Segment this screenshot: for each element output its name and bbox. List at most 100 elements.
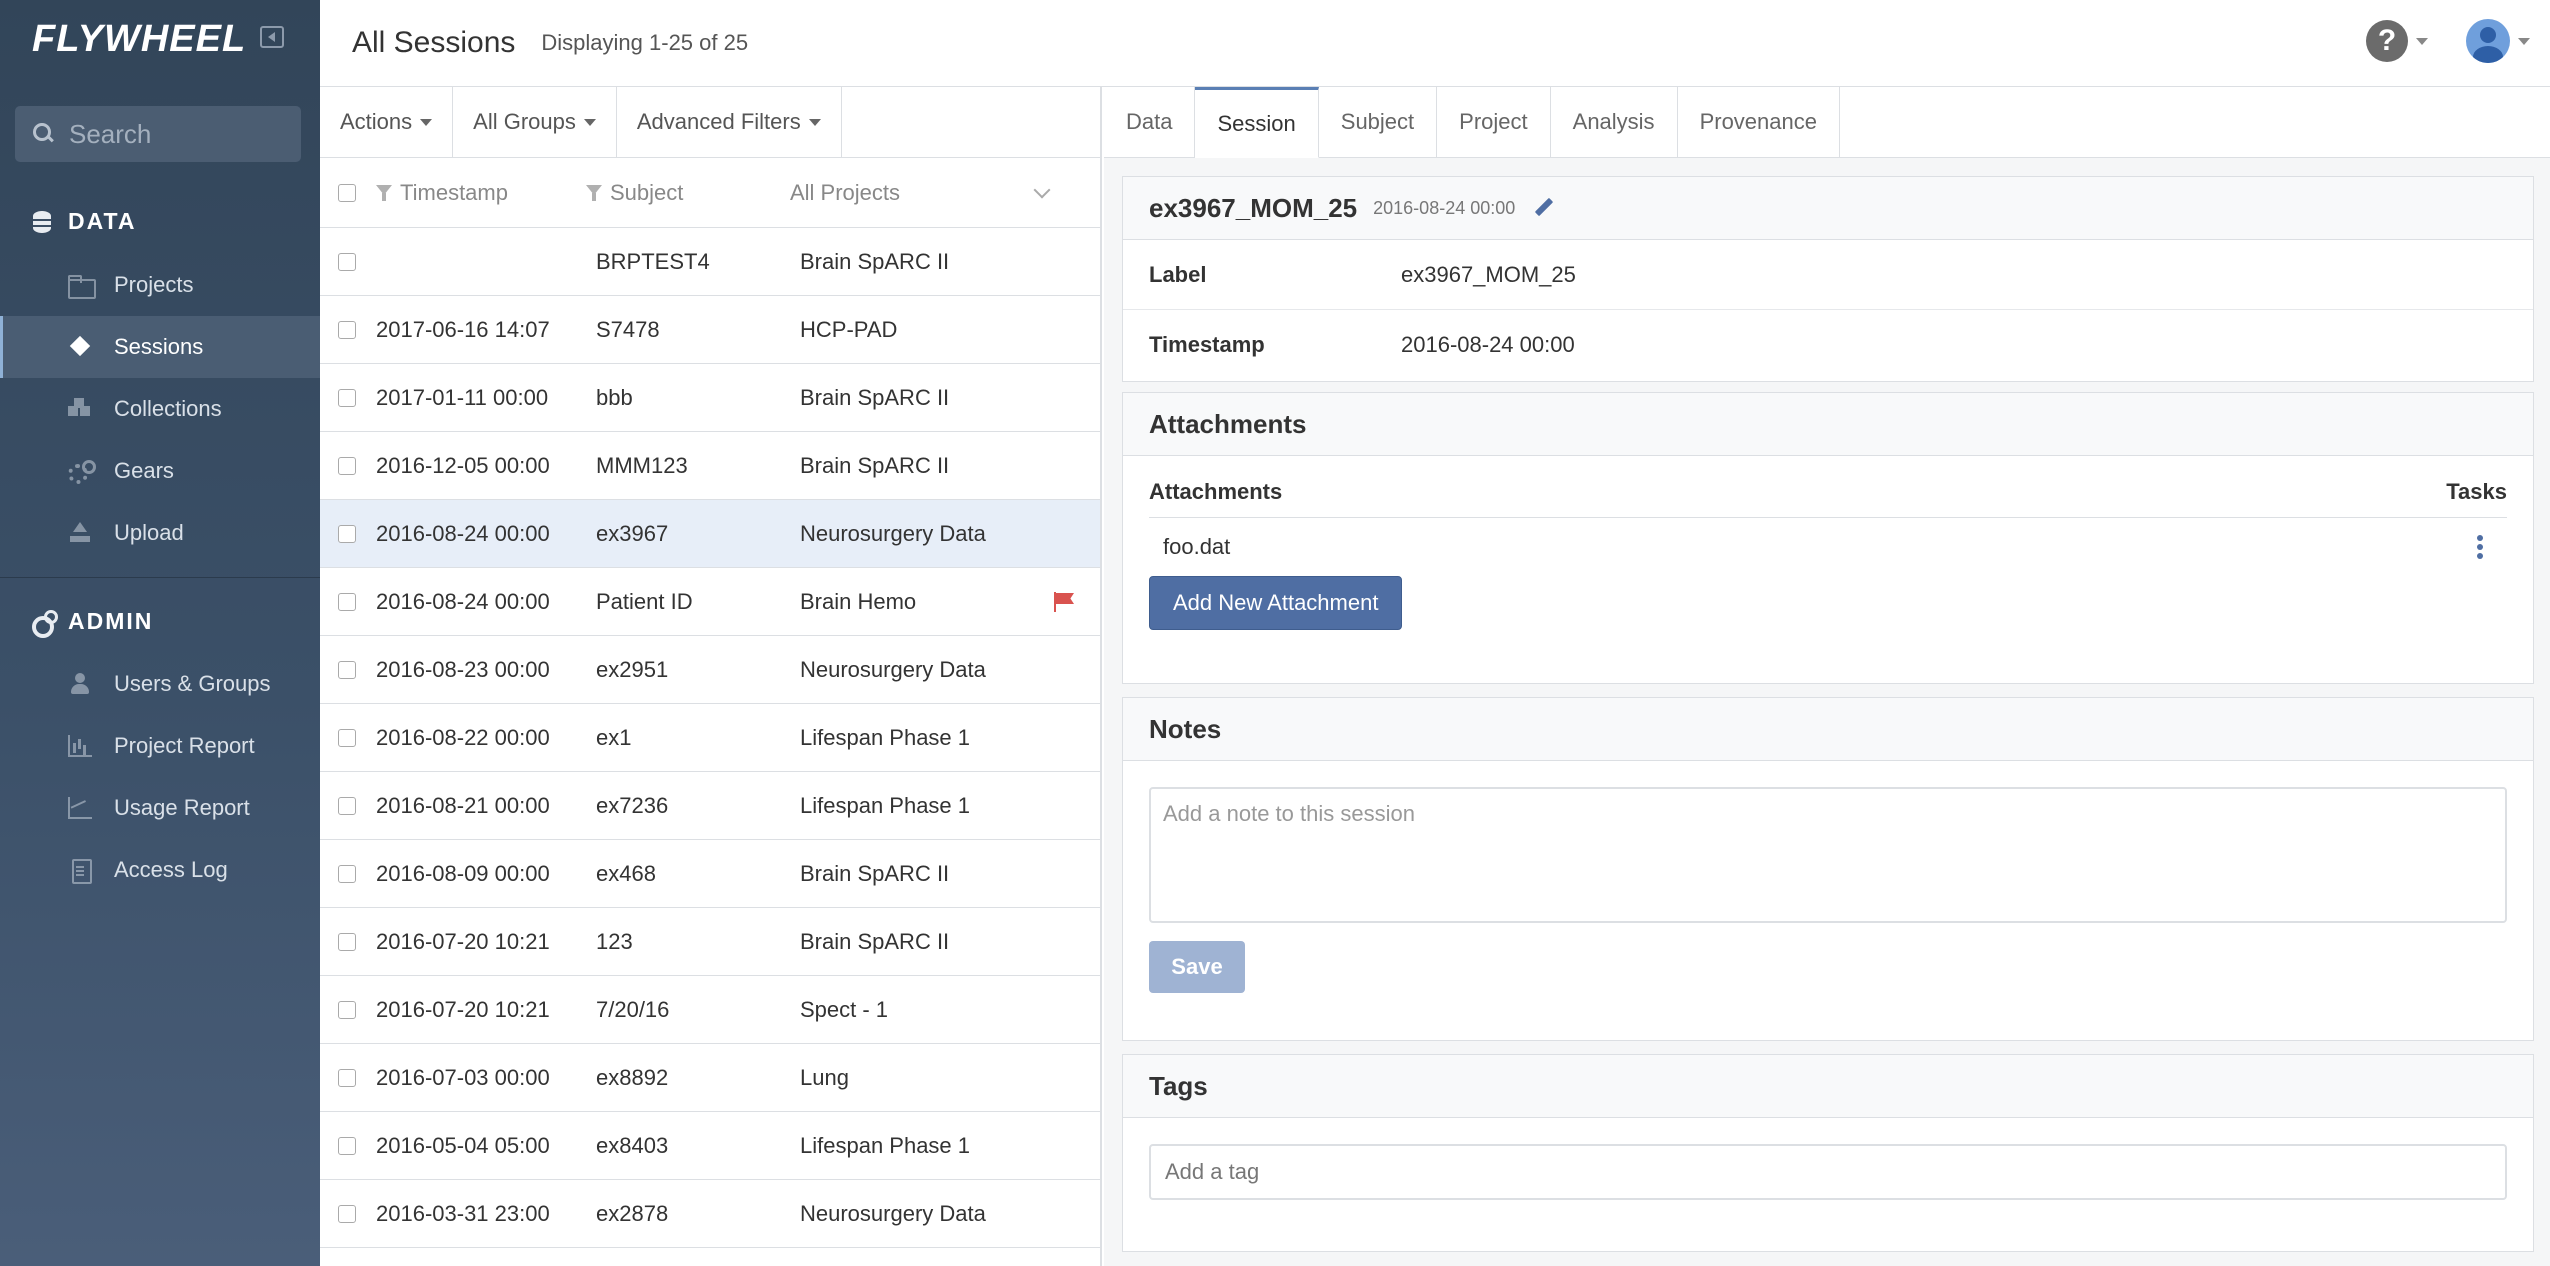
notes-textarea[interactable]: Add a note to this session xyxy=(1149,787,2507,923)
advanced-filters-dropdown[interactable]: Advanced Filters xyxy=(617,87,842,157)
cell-subject: BRPTEST4 xyxy=(596,248,710,274)
cell-project: Lifespan Phase 1 xyxy=(800,1132,971,1158)
avatar-caret-icon[interactable] xyxy=(2518,38,2530,45)
more-options-icon[interactable] xyxy=(2477,535,2483,559)
attachments-title: Attachments xyxy=(1123,393,2533,456)
help-caret-icon[interactable] xyxy=(2416,38,2428,45)
table-row[interactable]: 2016-08-22 00:00 ex1 Lifespan Phase 1 xyxy=(320,704,1100,772)
flag-icon[interactable] xyxy=(1054,592,1076,612)
table-row[interactable]: 2016-08-21 00:00 ex7236 Lifespan Phase 1 xyxy=(320,772,1100,840)
table-row[interactable]: 2016-05-04 05:00 ex8403 Lifespan Phase 1 xyxy=(320,1112,1100,1180)
notes-title: Notes xyxy=(1123,698,2533,761)
filter-icon[interactable] xyxy=(376,184,392,201)
tab-data[interactable]: Data xyxy=(1104,87,1196,157)
table-row-selected[interactable]: 2016-08-24 00:00 ex3967 Neurosurgery Dat… xyxy=(320,500,1100,568)
sidebar-item-sessions[interactable]: Sessions xyxy=(0,316,320,378)
column-label: Timestamp xyxy=(400,179,508,205)
sidebar-item-usage-report[interactable]: Usage Report xyxy=(0,777,320,839)
timestamp-row: Timestamp 2016-08-24 00:00 xyxy=(1123,310,2533,380)
bar-chart-icon xyxy=(68,735,94,757)
select-all-checkbox[interactable] xyxy=(338,183,356,202)
tab-project[interactable]: Project xyxy=(1437,87,1551,157)
column-label: All Projects xyxy=(790,179,901,205)
filter-icon[interactable] xyxy=(586,184,602,201)
row-checkbox[interactable] xyxy=(338,1136,356,1155)
cell-timestamp: 2016-07-20 10:21 xyxy=(376,928,550,954)
avatar[interactable] xyxy=(2466,19,2510,63)
row-checkbox[interactable] xyxy=(338,592,356,611)
nav-heading-label: ADMIN xyxy=(68,608,154,634)
groups-dropdown[interactable]: All Groups xyxy=(453,87,617,157)
attachment-row[interactable]: foo.dat xyxy=(1149,518,2507,576)
cell-subject: 123 xyxy=(596,928,633,954)
page-title: All Sessions xyxy=(352,26,516,59)
row-checkbox[interactable] xyxy=(338,728,356,747)
database-icon xyxy=(30,210,54,234)
row-checkbox[interactable] xyxy=(338,320,356,339)
search-box[interactable] xyxy=(15,106,301,162)
attachment-filename[interactable]: foo.dat xyxy=(1163,534,1230,560)
label-row: Label ex3967_MOM_25 xyxy=(1123,240,2533,310)
actions-dropdown[interactable]: Actions xyxy=(320,87,454,157)
row-checkbox[interactable] xyxy=(338,864,356,883)
cell-timestamp: 2017-01-11 00:00 xyxy=(376,384,549,410)
row-checkbox[interactable] xyxy=(338,252,356,271)
table-row[interactable]: 2016-08-24 00:00 Patient ID Brain Hemo xyxy=(320,568,1100,636)
attachments-table-header: Attachments Tasks xyxy=(1149,466,2507,518)
table-row[interactable]: 2017-01-11 00:00 bbb Brain SpARC II xyxy=(320,364,1100,432)
table-row[interactable]: BRPTEST4 Brain SpARC II xyxy=(320,228,1100,296)
row-checkbox[interactable] xyxy=(338,524,356,543)
table-row[interactable]: 2016-03-31 23:00 ex2878 Neurosurgery Dat… xyxy=(320,1180,1100,1248)
column-header-timestamp[interactable]: Timestamp xyxy=(376,180,586,206)
tab-analysis[interactable]: Analysis xyxy=(1551,87,1678,157)
sidebar-item-project-report[interactable]: Project Report xyxy=(0,715,320,777)
row-checkbox[interactable] xyxy=(338,456,356,475)
nav-heading-admin: ADMIN xyxy=(30,608,154,638)
cell-timestamp: 2016-05-04 05:00 xyxy=(376,1132,550,1158)
session-date: 2016-08-24 00:00 xyxy=(1373,197,1516,218)
sidebar-item-projects[interactable]: Projects xyxy=(0,254,320,316)
pencil-icon[interactable] xyxy=(1533,197,1555,219)
search-input[interactable] xyxy=(67,117,297,151)
table-row[interactable]: 2016-12-05 00:00 MMM123 Brain SpARC II xyxy=(320,432,1100,500)
row-checkbox[interactable] xyxy=(338,388,356,407)
sidebar-item-access-log[interactable]: Access Log xyxy=(0,839,320,901)
upload-icon xyxy=(68,522,94,544)
table-row[interactable]: 2017-06-16 14:07 S7478 HCP-PAD xyxy=(320,296,1100,364)
sidebar-item-collections[interactable]: Collections xyxy=(0,378,320,440)
detail-tabs: Data Session Subject Project Analysis Pr… xyxy=(1104,87,2550,158)
sidebar-item-label: Projects xyxy=(114,272,194,297)
sidebar-item-label: Collections xyxy=(114,396,222,421)
table-row[interactable]: 2016-07-20 10:21 123 Brain SpARC II xyxy=(320,908,1100,976)
tag-input[interactable]: Add a tag xyxy=(1149,1144,2507,1200)
column-header-subject[interactable]: Subject xyxy=(586,180,790,206)
collapse-sidebar-icon[interactable] xyxy=(260,26,284,48)
row-checkbox[interactable] xyxy=(338,796,356,815)
project-filter-select[interactable]: All Projects xyxy=(790,180,1100,206)
folder-icon xyxy=(68,274,96,299)
row-checkbox[interactable] xyxy=(338,660,356,679)
tab-provenance[interactable]: Provenance xyxy=(1678,87,1840,157)
row-checkbox[interactable] xyxy=(338,1068,356,1087)
row-checkbox[interactable] xyxy=(338,932,356,951)
nav-heading-data: DATA xyxy=(30,208,136,235)
brand-logo[interactable]: FLYWHEEL xyxy=(32,18,246,61)
sidebar-item-upload[interactable]: Upload xyxy=(0,502,320,564)
table-row[interactable]: 2016-07-03 00:00 ex8892 Lung xyxy=(320,1044,1100,1112)
tab-session[interactable]: Session xyxy=(1195,87,1319,158)
session-header: ex3967_MOM_25 2016-08-24 00:00 xyxy=(1123,177,2533,240)
top-bar: All Sessions Displaying 1-25 of 25 ? xyxy=(320,0,2550,87)
table-row[interactable]: 2016-07-20 10:21 7/20/16 Spect - 1 xyxy=(320,976,1100,1044)
tab-subject[interactable]: Subject xyxy=(1319,87,1438,157)
table-row[interactable]: 2016-08-09 00:00 ex468 Brain SpARC II xyxy=(320,840,1100,908)
row-checkbox[interactable] xyxy=(338,1000,356,1019)
sidebar-item-users-groups[interactable]: Users & Groups xyxy=(0,653,320,715)
save-button[interactable]: Save xyxy=(1149,941,1245,993)
row-checkbox[interactable] xyxy=(338,1204,356,1223)
cubes-icon xyxy=(68,398,94,420)
sidebar-item-gears[interactable]: Gears xyxy=(0,440,320,502)
help-icon[interactable]: ? xyxy=(2366,20,2408,62)
timestamp-value: 2016-08-24 00:00 xyxy=(1401,332,1575,357)
add-attachment-button[interactable]: Add New Attachment xyxy=(1149,576,1403,630)
table-row[interactable]: 2016-08-23 00:00 ex2951 Neurosurgery Dat… xyxy=(320,636,1100,704)
